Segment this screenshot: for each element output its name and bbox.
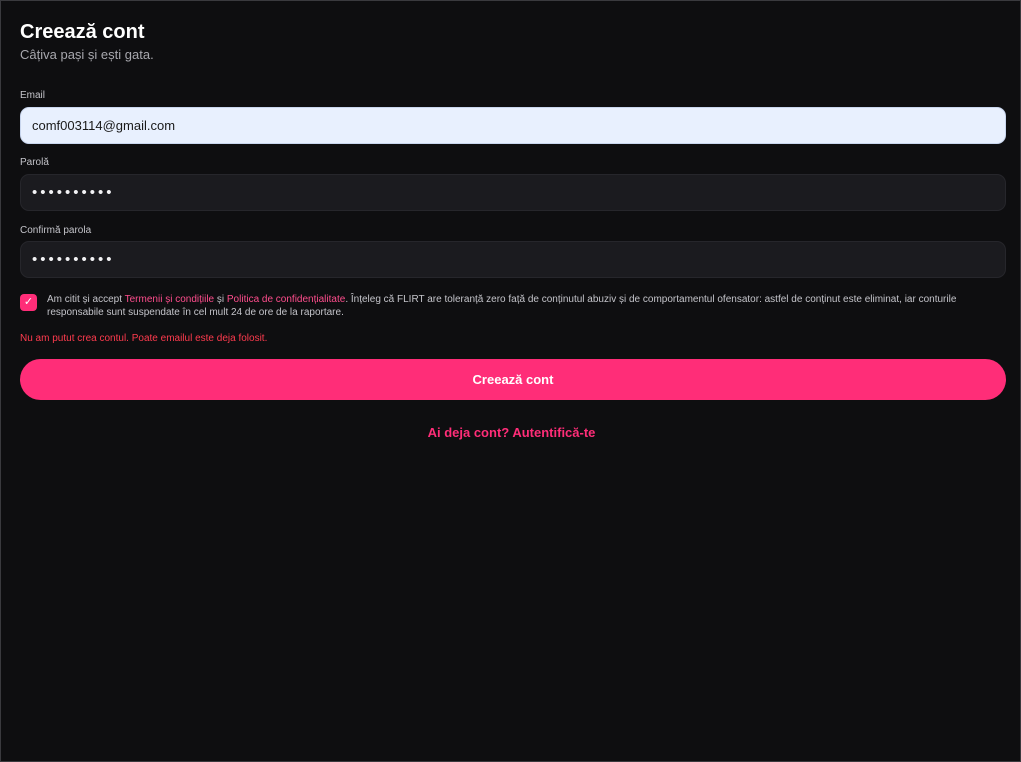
terms-consent: ✓ Am citit și accept Termenii și condiți… (20, 293, 1010, 319)
email-field[interactable] (20, 107, 1006, 144)
checkmark-icon: ✓ (23, 296, 34, 308)
error-message: Nu am putut crea contul. Poate emailul e… (20, 333, 268, 344)
signin-link[interactable]: Ai deja cont? Autentifică-te (1, 425, 1021, 440)
confirm-password-field[interactable] (20, 241, 1006, 278)
consent-and: și (214, 294, 227, 305)
email-label: Email (20, 90, 46, 101)
page-title: Creează cont (20, 21, 145, 43)
privacy-policy-link[interactable]: Politica de confidențialitate (227, 294, 345, 305)
password-field[interactable] (20, 174, 1006, 211)
page-subtitle: Câțiva pași și ești gata. (20, 47, 154, 62)
confirm-password-label: Confirmă parola (20, 225, 92, 236)
password-label: Parolă (20, 157, 49, 168)
consent-prefix: Am citit și accept (47, 294, 125, 305)
signup-screen: Creează cont Câțiva pași și ești gata. E… (0, 0, 1021, 762)
create-account-button[interactable]: Creează cont (20, 359, 1006, 400)
terms-link[interactable]: Termenii și condițiile (125, 294, 214, 305)
consent-text: Am citit și accept Termenii și condițiil… (47, 293, 1010, 319)
terms-checkbox[interactable]: ✓ (20, 294, 37, 311)
